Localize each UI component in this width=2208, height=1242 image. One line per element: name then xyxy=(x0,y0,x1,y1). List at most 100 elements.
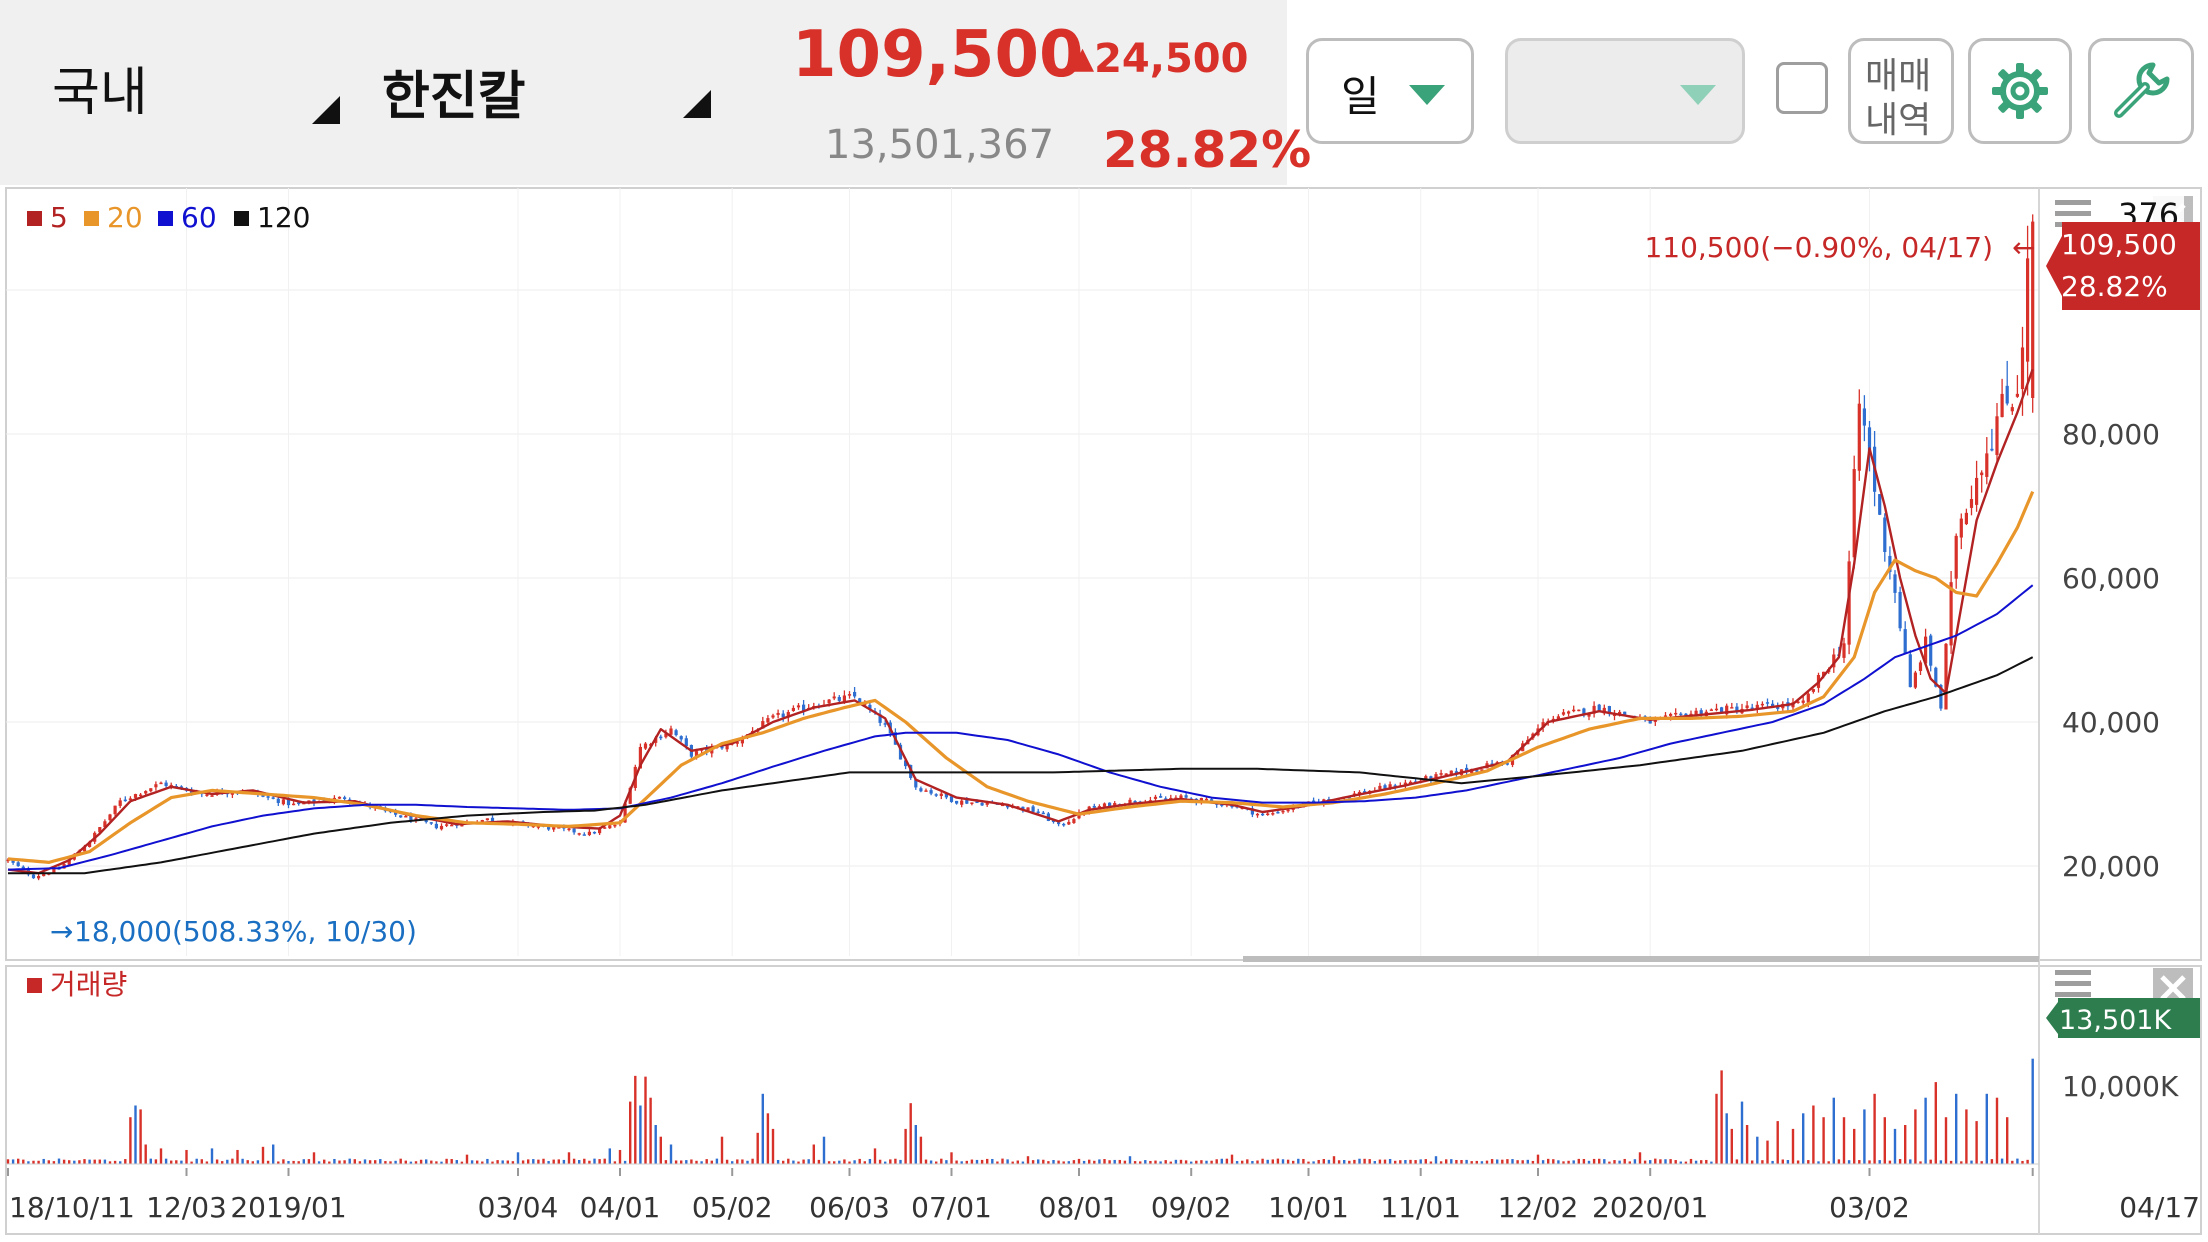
candle-body xyxy=(1669,713,1673,716)
volume-bar xyxy=(1098,1159,1101,1164)
volume-bar xyxy=(1603,1159,1606,1164)
compare-checkbox[interactable] xyxy=(1776,62,1828,114)
volume-bar xyxy=(878,1159,882,1164)
stock-name[interactable]: 한진칼 xyxy=(382,54,526,129)
candle-body xyxy=(1261,813,1265,816)
volume-bar xyxy=(1730,1128,1733,1164)
date-label: 03/02 xyxy=(1829,1191,1910,1224)
date-label: 12/03 xyxy=(146,1191,227,1224)
date-label: 07/01 xyxy=(911,1191,992,1224)
volume-bar xyxy=(1031,1160,1035,1164)
volume-bar xyxy=(1776,1121,1779,1164)
candle-body xyxy=(2020,347,2025,390)
quote-info-panel: 국내 한진칼 109,500 ▲24,500 13,501,367 28.82% xyxy=(0,0,1311,185)
volume-bar xyxy=(1756,1136,1759,1164)
candle-body xyxy=(1153,796,1158,799)
secondary-dropdown[interactable] xyxy=(1505,38,1745,144)
caret-down-icon xyxy=(1409,85,1445,105)
volume-bar xyxy=(618,1149,622,1164)
volume-bar xyxy=(889,1159,892,1164)
candle-body xyxy=(1765,702,1770,704)
volume-bar xyxy=(1598,1158,1601,1164)
candle-body xyxy=(485,818,489,821)
high-price-annotation-text: 110,500(−0.90%, 04/17) xyxy=(1644,231,1993,264)
last-volume-tag-value: 13,501K xyxy=(2059,1005,2172,1036)
volume-bar xyxy=(1001,1158,1004,1164)
volume-bar xyxy=(725,1159,729,1164)
volume-bar xyxy=(11,1159,15,1164)
volume-bar xyxy=(710,1160,713,1164)
candle-body xyxy=(1067,821,1071,825)
volume-bar xyxy=(98,1159,101,1164)
legend-ma20: 20 xyxy=(107,201,143,234)
volume-bar xyxy=(776,1159,780,1164)
volume-bar xyxy=(312,1152,316,1164)
volume-bar xyxy=(1740,1101,1744,1164)
volume-bar xyxy=(1266,1159,1269,1164)
candle-body xyxy=(276,798,280,803)
volume-bar xyxy=(1929,1159,1932,1164)
legend-swatch-ma5 xyxy=(27,211,42,226)
volume-bar xyxy=(486,1158,489,1164)
candle-body xyxy=(1439,773,1443,775)
volume-bar xyxy=(1618,1160,1621,1164)
candle-body xyxy=(1561,712,1566,715)
volume-bar xyxy=(1016,1160,1019,1164)
date-label: 04/01 xyxy=(580,1191,661,1224)
volume-bar xyxy=(787,1158,790,1164)
volume-bar xyxy=(1868,1160,1871,1164)
volume-bar xyxy=(1552,1159,1555,1164)
market-selector-corner-icon[interactable] xyxy=(312,96,340,124)
volume-bar xyxy=(1455,1159,1458,1164)
candle-body xyxy=(1985,453,1989,477)
candle-body xyxy=(1745,705,1749,709)
volume-bar xyxy=(164,1158,168,1164)
price-panel[interactable] xyxy=(5,187,2202,961)
volume-bar xyxy=(1343,1160,1346,1164)
volume-bar xyxy=(1042,1159,1045,1164)
horizontal-scrollbar[interactable] xyxy=(1243,956,2039,962)
settings-button[interactable] xyxy=(1968,38,2072,144)
period-dropdown[interactable]: 일 xyxy=(1306,38,1474,144)
volume-panel-menu-icon[interactable] xyxy=(2055,970,2091,997)
tools-button[interactable] xyxy=(2088,38,2194,144)
volume-bar xyxy=(527,1159,530,1164)
volume-bar xyxy=(200,1159,203,1164)
volume-bar xyxy=(144,1144,147,1164)
volume-bar xyxy=(1118,1159,1121,1164)
price-tick-label: 20,000 xyxy=(2062,850,2160,883)
volume-bar xyxy=(430,1160,433,1164)
volume-bar xyxy=(771,1128,775,1164)
stock-chart[interactable]: 20,00040,00060,00080,000100,00010,000K 1… xyxy=(0,185,2208,1242)
volume-bar xyxy=(720,1136,724,1164)
volume-bar xyxy=(419,1159,423,1164)
candle-body xyxy=(445,824,449,826)
volume-bar xyxy=(450,1159,453,1164)
volume-bar xyxy=(1144,1160,1147,1164)
volume-bar xyxy=(83,1159,86,1164)
candle-body xyxy=(1159,796,1163,798)
trade-history-button[interactable]: 매매 내역 xyxy=(1848,38,1954,144)
volume-bar xyxy=(634,1075,637,1164)
candle-body xyxy=(592,831,597,834)
candle-body xyxy=(1898,591,1902,629)
market-selector[interactable]: 국내 xyxy=(52,50,148,125)
volume-bar xyxy=(1399,1160,1402,1164)
candle-body xyxy=(796,705,801,708)
volume-bar xyxy=(1230,1154,1234,1164)
candle-body xyxy=(934,794,938,796)
last-volume-tag: 13,501K xyxy=(2046,998,2200,1038)
volume-bar xyxy=(180,1160,183,1164)
volume-tick-label: 10,000K xyxy=(2062,1070,2179,1103)
candle-body xyxy=(144,791,148,794)
volume-bar xyxy=(1572,1160,1575,1164)
stock-selector-corner-icon[interactable] xyxy=(683,90,711,118)
date-label: 09/02 xyxy=(1151,1191,1232,1224)
volume-bar xyxy=(1261,1158,1264,1164)
candle-body xyxy=(429,822,433,824)
volume-bar xyxy=(1511,1159,1514,1164)
candle-body xyxy=(1760,703,1764,706)
price-change-value: 24,500 xyxy=(1094,36,1249,82)
volume-bar xyxy=(1689,1158,1693,1164)
volume-bar xyxy=(1322,1158,1325,1164)
